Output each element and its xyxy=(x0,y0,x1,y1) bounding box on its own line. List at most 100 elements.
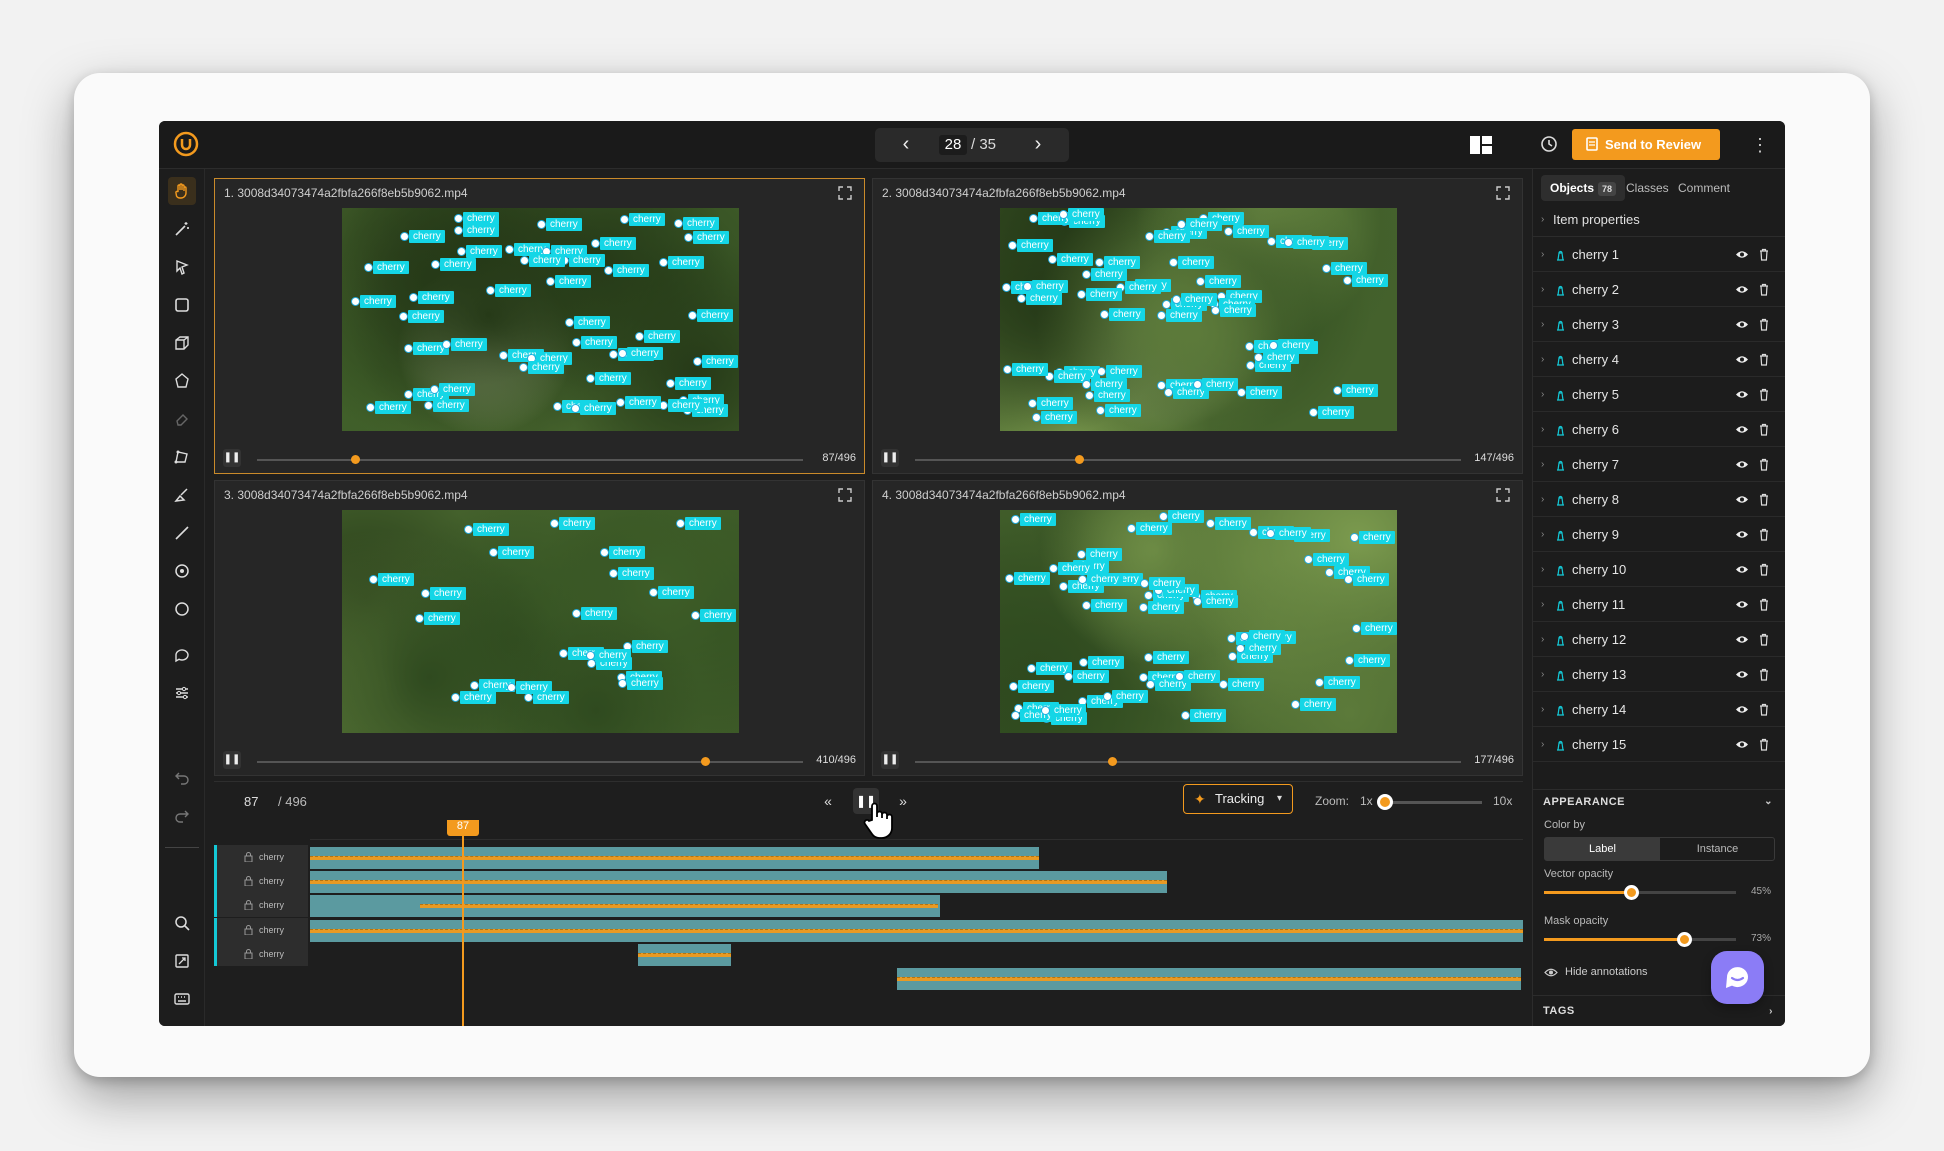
annotation-point[interactable] xyxy=(404,344,413,353)
annotation-point[interactable] xyxy=(1082,380,1091,389)
next-item-button[interactable]: › xyxy=(1021,128,1055,162)
annotation-point[interactable] xyxy=(457,247,466,256)
timeline-row[interactable]: cherry xyxy=(214,845,1523,869)
annotation-point[interactable] xyxy=(1211,306,1220,315)
annotation-point[interactable] xyxy=(1291,700,1300,709)
chevron-right-icon[interactable]: › xyxy=(1541,622,1544,657)
annotation-point[interactable] xyxy=(1228,652,1237,661)
chevron-right-icon[interactable]: › xyxy=(1541,517,1544,552)
annotation-point[interactable] xyxy=(1344,575,1353,584)
trash-icon[interactable] xyxy=(1759,423,1769,436)
annotation-point[interactable] xyxy=(1175,672,1184,681)
annotation-point[interactable] xyxy=(609,569,618,578)
annotation-point[interactable] xyxy=(1266,529,1275,538)
timeline-row-label[interactable]: cherry xyxy=(214,893,308,917)
annotation-point[interactable] xyxy=(1011,515,1020,524)
trash-icon[interactable] xyxy=(1759,388,1769,401)
annotation-point[interactable] xyxy=(1005,574,1014,583)
scrubber-handle[interactable] xyxy=(351,455,361,464)
annotation-point[interactable] xyxy=(586,651,595,660)
object-list-item[interactable]: › cherry 6 xyxy=(1533,412,1785,447)
polygon-tool-icon[interactable] xyxy=(168,367,196,395)
annotation-point[interactable] xyxy=(1064,672,1073,681)
fullscreen-icon[interactable] xyxy=(838,186,852,200)
pause-button[interactable]: ❚❚ xyxy=(223,751,241,769)
eye-icon[interactable] xyxy=(1735,424,1749,435)
trash-icon[interactable] xyxy=(1759,248,1769,261)
annotation-point[interactable] xyxy=(666,379,675,388)
chevron-right-icon[interactable]: › xyxy=(1541,692,1544,727)
annotation-point[interactable] xyxy=(559,649,568,658)
annotation-point[interactable] xyxy=(1350,533,1359,542)
annotation-point[interactable] xyxy=(1011,711,1020,720)
annotation-point[interactable] xyxy=(1206,519,1215,528)
annotation-point[interactable] xyxy=(649,588,658,597)
current-frame[interactable]: 87 xyxy=(244,794,258,809)
appearance-header[interactable]: APPEARANCE ⌄ xyxy=(1533,789,1785,813)
eye-icon[interactable] xyxy=(1735,354,1749,365)
send-to-review-button[interactable]: Send to Review xyxy=(1572,129,1720,160)
color-by-instance-option[interactable]: Instance xyxy=(1660,838,1775,860)
annotation-point[interactable] xyxy=(1162,300,1171,309)
chevron-right-icon[interactable]: › xyxy=(1541,237,1544,272)
pause-button[interactable]: ❚❚ xyxy=(223,449,241,467)
annotation-point[interactable] xyxy=(1100,310,1109,319)
annotation-point[interactable] xyxy=(1269,341,1278,350)
annotation-point[interactable] xyxy=(1304,555,1313,564)
annotation-point[interactable] xyxy=(609,350,618,359)
vector-opacity-slider[interactable] xyxy=(1544,885,1736,900)
smart-select-icon[interactable] xyxy=(168,253,196,281)
color-by-label-option[interactable]: Label xyxy=(1545,838,1660,860)
annotation-point[interactable] xyxy=(1172,295,1181,304)
annotation-point[interactable] xyxy=(415,614,424,623)
annotation-point[interactable] xyxy=(442,340,451,349)
object-list-item[interactable]: › cherry 14 xyxy=(1533,692,1785,727)
annotation-point[interactable] xyxy=(571,404,580,413)
annotation-point[interactable] xyxy=(572,609,581,618)
annotation-point[interactable] xyxy=(1146,680,1155,689)
lock-icon[interactable] xyxy=(244,900,253,910)
annotation-point[interactable] xyxy=(1159,512,1168,521)
annotation-point[interactable] xyxy=(464,525,473,534)
eye-icon[interactable] xyxy=(1735,704,1749,715)
annotation-point[interactable] xyxy=(424,401,433,410)
track-segment[interactable] xyxy=(310,847,1039,869)
fit-screen-icon[interactable] xyxy=(168,947,196,975)
track-segment[interactable] xyxy=(638,944,731,966)
annotation-point[interactable] xyxy=(1227,634,1236,643)
annotation-point[interactable] xyxy=(451,693,460,702)
slider-handle[interactable] xyxy=(1624,885,1639,900)
annotation-point[interactable] xyxy=(1077,550,1086,559)
annotation-point[interactable] xyxy=(1028,399,1037,408)
annotation-point[interactable] xyxy=(1059,210,1068,219)
trash-icon[interactable] xyxy=(1759,353,1769,366)
annotation-point[interactable] xyxy=(1193,597,1202,606)
annotation-point[interactable] xyxy=(1097,367,1106,376)
tab-comment[interactable]: Comment xyxy=(1669,175,1739,201)
annotation-point[interactable] xyxy=(635,332,644,341)
layout-grid-icon[interactable] xyxy=(1469,135,1493,155)
annotation-point[interactable] xyxy=(1236,644,1245,653)
chevron-right-icon[interactable]: › xyxy=(1541,482,1544,517)
annotation-point[interactable] xyxy=(693,357,702,366)
tracking-dropdown[interactable]: ✦ Tracking ▾ xyxy=(1183,784,1293,814)
annotation-point[interactable] xyxy=(400,232,409,241)
timeline-ruler[interactable] xyxy=(310,820,1523,840)
annotation-point[interactable] xyxy=(505,245,514,254)
annotation-point[interactable] xyxy=(364,263,373,272)
timeline-row[interactable]: cherry xyxy=(214,869,1523,893)
annotation-point[interactable] xyxy=(1096,406,1105,415)
chevron-right-icon[interactable]: › xyxy=(1541,657,1544,692)
annotation-point[interactable] xyxy=(618,679,627,688)
annotation-point[interactable] xyxy=(1237,388,1246,397)
annotation-point[interactable] xyxy=(1145,232,1154,241)
scrubber-handle[interactable] xyxy=(1074,455,1084,464)
annotation-point[interactable] xyxy=(659,258,668,267)
annotation-point[interactable] xyxy=(604,266,613,275)
eye-icon[interactable] xyxy=(1735,319,1749,330)
annotation-point[interactable] xyxy=(1085,391,1094,400)
annotation-point[interactable] xyxy=(489,548,498,557)
annotation-point[interactable] xyxy=(1246,361,1255,370)
annotation-point[interactable] xyxy=(1139,603,1148,612)
hide-annotations-toggle[interactable]: Hide annotations xyxy=(1544,966,1648,978)
